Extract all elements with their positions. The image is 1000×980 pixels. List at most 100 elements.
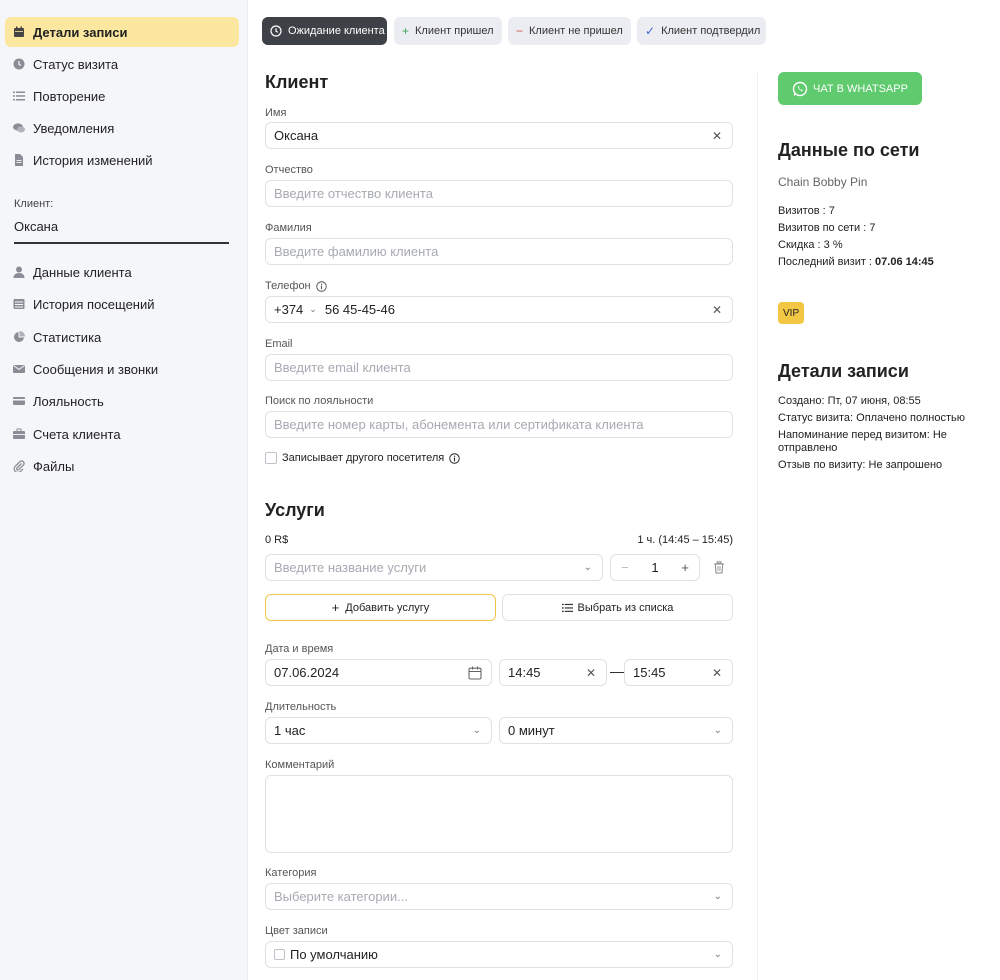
sidebar-item-label: Лояльность	[33, 393, 104, 409]
status-client-confirmed-button[interactable]: ✓ Клиент подтвердил	[637, 17, 766, 45]
sidebar-item-label: Счета клиента	[33, 426, 121, 442]
card-icon	[13, 395, 25, 407]
comment-textarea[interactable]	[265, 775, 733, 853]
vertical-divider	[757, 72, 758, 980]
date-value: 07.06.2024	[274, 665, 340, 680]
name-label: Имя	[265, 107, 287, 119]
clear-icon[interactable]: ✕	[712, 303, 722, 317]
calendar-icon[interactable]	[468, 666, 482, 683]
sidebar-item-repeat[interactable]: Повторение	[5, 81, 239, 111]
history-icon	[13, 298, 25, 310]
end-time-value: 15:45	[633, 665, 666, 680]
add-service-button[interactable]: + Добавить услугу	[265, 594, 496, 621]
surname-placeholder: Введите фамилию клиента	[274, 244, 439, 259]
visits-count: Визитов : 7	[778, 205, 835, 217]
whatsapp-chat-button[interactable]: ЧАТ В WHATSAPP	[778, 72, 922, 105]
plus-icon[interactable]: +	[681, 560, 689, 575]
loyalty-search-input[interactable]: Введите номер карты, абонемента или серт…	[265, 411, 733, 438]
network-name: Chain Bobby Pin	[778, 175, 868, 189]
clear-icon[interactable]: ✕	[712, 129, 722, 143]
info-icon[interactable]	[315, 280, 327, 292]
sidebar-item-notifications[interactable]: Уведомления	[5, 113, 239, 143]
minus-icon[interactable]: −	[621, 560, 629, 575]
chat-icon	[13, 122, 25, 134]
chevron-down-icon[interactable]: ⌄	[714, 725, 722, 736]
comment-label: Комментарий	[265, 759, 335, 771]
phone-country-code[interactable]: +374	[274, 302, 303, 317]
phone-value: 56 45-45-46	[324, 302, 395, 317]
trash-icon[interactable]	[713, 561, 725, 577]
end-time-input[interactable]: 15:45 ✕	[624, 659, 733, 686]
sidebar-item-statistics[interactable]: Статистика	[5, 322, 239, 352]
patronymic-label: Отчество	[265, 164, 313, 176]
chevron-down-icon[interactable]: ⌄	[714, 891, 722, 902]
duration-hours-select[interactable]: 1 час ⌄	[265, 717, 492, 744]
client-label: Клиент:	[14, 198, 54, 210]
time-range-dash: —	[610, 663, 624, 679]
review-info: Отзыв по визиту: Не запрошено	[778, 459, 943, 471]
sidebar-item-messages-calls[interactable]: Сообщения и звонки	[5, 354, 239, 384]
start-time-value: 14:45	[508, 665, 541, 680]
sidebar-item-label: Уведомления	[33, 120, 115, 136]
services-duration-summary: 1 ч. (14:45 – 15:45)	[637, 534, 733, 546]
pie-chart-icon	[13, 331, 25, 343]
duration-minutes-value: 0 минут	[508, 723, 555, 738]
info-icon[interactable]	[449, 452, 460, 464]
plus-icon: +	[331, 600, 340, 615]
client-name[interactable]: Оксана	[14, 219, 58, 234]
duration-minutes-select[interactable]: 0 минут ⌄	[499, 717, 733, 744]
start-time-input[interactable]: 14:45 ✕	[499, 659, 607, 686]
clear-icon[interactable]: ✕	[712, 666, 722, 680]
chevron-down-icon[interactable]: ⌄	[309, 304, 317, 315]
minus-icon: −	[516, 24, 524, 38]
chevron-down-icon[interactable]: ⌄	[714, 949, 722, 960]
sidebar-item-files[interactable]: Файлы	[5, 451, 239, 481]
choose-from-list-button[interactable]: Выбрать из списка	[502, 594, 733, 621]
patronymic-input[interactable]: Введите отчество клиента	[265, 180, 733, 207]
choose-from-list-label: Выбрать из списка	[577, 601, 674, 614]
whatsapp-icon	[792, 81, 808, 97]
sidebar-item-label: История посещений	[33, 296, 155, 312]
name-value: Оксана	[274, 128, 319, 143]
client-section-title: Клиент	[265, 72, 329, 92]
surname-input[interactable]: Введите фамилию клиента	[265, 238, 733, 265]
status-waiting-button[interactable]: Ожидание клиента	[262, 17, 387, 45]
clear-icon[interactable]: ✕	[586, 666, 596, 680]
email-input[interactable]: Введите email клиента	[265, 354, 733, 381]
status-arrived-label: Клиент пришел	[415, 25, 494, 37]
envelope-icon	[13, 363, 25, 375]
loyalty-search-label: Поиск по лояльности	[265, 395, 374, 407]
sidebar-item-client-bills[interactable]: Счета клиента	[5, 419, 239, 449]
date-input[interactable]: 07.06.2024	[265, 659, 492, 686]
record-color-label: Цвет записи	[265, 925, 328, 937]
category-select[interactable]: Выберите категории... ⌄	[265, 883, 733, 910]
last-visit-value: 07.06 14:45	[875, 256, 934, 268]
quantity-stepper[interactable]: − 1 +	[610, 554, 700, 581]
status-waiting-label: Ожидание клиента	[288, 25, 385, 37]
loyalty-placeholder: Введите номер карты, абонемента или серт…	[274, 417, 644, 432]
chevron-down-icon[interactable]: ⌄	[584, 562, 592, 573]
patronymic-placeholder: Введите отчество клиента	[274, 186, 433, 201]
color-swatch	[274, 949, 285, 960]
clock-icon	[270, 25, 282, 37]
phone-input[interactable]: +374 ⌄ 56 45-45-46 ✕	[265, 296, 733, 323]
whatsapp-label: ЧАТ В WHATSAPP	[813, 82, 908, 95]
name-input[interactable]: Оксана ✕	[265, 122, 733, 149]
sidebar-item-loyalty[interactable]: Лояльность	[5, 386, 239, 416]
status-client-no-show-button[interactable]: − Клиент не пришел	[508, 17, 631, 45]
status-client-arrived-button[interactable]: + Клиент пришел	[394, 17, 502, 45]
other-visitor-checkbox[interactable]	[265, 452, 277, 464]
record-color-select[interactable]: По умолчанию ⌄	[265, 941, 733, 968]
document-icon	[13, 154, 25, 166]
sidebar-item-client-data[interactable]: Данные клиента	[5, 257, 239, 287]
status-confirmed-label: Клиент подтвердил	[661, 25, 761, 37]
sidebar-item-record-details[interactable]: Детали записи	[5, 17, 239, 47]
chevron-down-icon[interactable]: ⌄	[473, 725, 481, 736]
last-visit-row: Последний визит : 07.06 14:45	[778, 256, 978, 269]
sidebar-item-visit-history[interactable]: История посещений	[5, 289, 239, 319]
sidebar-item-change-history[interactable]: История изменений	[5, 145, 239, 175]
sidebar-item-label: История изменений	[33, 152, 153, 168]
service-name-input[interactable]: Введите название услуги ⌄	[265, 554, 603, 581]
visit-status-info: Статус визита: Оплачено полностью	[778, 412, 966, 424]
sidebar-item-visit-status[interactable]: Статус визита	[5, 49, 239, 79]
